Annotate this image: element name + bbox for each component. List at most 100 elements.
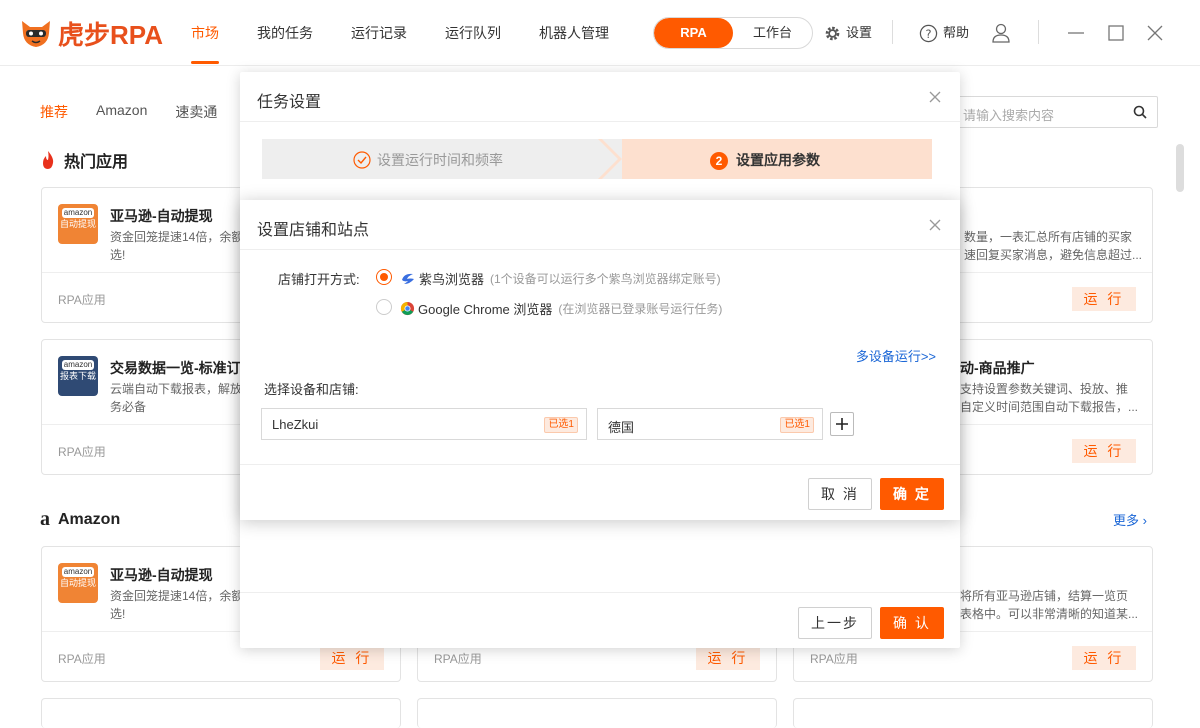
nav-market[interactable]: 市场 bbox=[176, 0, 234, 66]
card-tag: RPA应用 bbox=[58, 445, 106, 459]
amazon-logo-icon: a bbox=[40, 508, 50, 530]
site-select[interactable]: 德国 已选1 bbox=[597, 408, 823, 440]
amazon-app-icon: amazon 自动提现 bbox=[58, 204, 98, 244]
app-card bbox=[41, 698, 401, 728]
category-tabs: 推荐 Amazon 速卖通 bbox=[40, 102, 245, 122]
selected-count-badge: 已选1 bbox=[780, 417, 814, 433]
top-bar: 虎步RPA 市场 我的任务 运行记录 运行队列 机器人管理 RPA 工作台 设置… bbox=[0, 0, 1200, 66]
dialog-footer: 上一步 确 认 bbox=[240, 592, 960, 648]
plus-icon bbox=[836, 418, 848, 430]
help-button[interactable]: ? 帮助 bbox=[919, 0, 969, 66]
run-button[interactable]: 运 行 bbox=[1072, 287, 1136, 311]
step-1[interactable]: 设置运行时间和频率 bbox=[262, 139, 622, 179]
card-desc: 将所有亚马逊店铺，结算一览页 表格中。可以非常清晰的知道某... bbox=[960, 589, 1139, 621]
cancel-button[interactable]: 取 消 bbox=[808, 478, 872, 510]
card-tag: RPA应用 bbox=[58, 652, 106, 666]
search-icon[interactable] bbox=[1133, 105, 1147, 119]
close-icon[interactable] bbox=[928, 218, 942, 232]
check-circle-icon bbox=[353, 151, 371, 169]
card-desc: 支持设置参数关键词、投放、推 自定义时间范围自动下载报告，... bbox=[960, 382, 1139, 414]
prev-step-button[interactable]: 上一步 bbox=[798, 607, 872, 639]
divider bbox=[892, 20, 893, 44]
select-device-store-label: 选择设备和店铺: bbox=[264, 382, 359, 397]
dialog-footer: 取 消 确 定 bbox=[240, 464, 960, 520]
logo-text: 虎步RPA bbox=[58, 19, 163, 50]
maximize-icon[interactable] bbox=[1105, 22, 1127, 44]
tab-aliexpress[interactable]: 速卖通 bbox=[175, 102, 217, 122]
nav-run-queue[interactable]: 运行队列 bbox=[430, 0, 516, 66]
search-input[interactable]: 请输入搜索内容 bbox=[956, 96, 1158, 128]
close-icon[interactable] bbox=[928, 90, 942, 104]
tiger-logo-icon bbox=[18, 15, 54, 51]
flame-icon bbox=[43, 151, 54, 169]
step-2-label: 设置应用参数 bbox=[736, 152, 820, 168]
app-card bbox=[793, 698, 1153, 728]
open-method-label: 店铺打开方式: bbox=[278, 272, 360, 287]
page-scrollbar[interactable] bbox=[1176, 144, 1184, 192]
run-button[interactable]: 运 行 bbox=[320, 646, 384, 670]
card-title: 亚马逊-自动提现 bbox=[110, 208, 213, 224]
nav-my-tasks[interactable]: 我的任务 bbox=[242, 0, 328, 66]
tab-amazon[interactable]: Amazon bbox=[96, 102, 147, 122]
ziniao-browser-icon bbox=[402, 273, 414, 284]
chevron-right-icon: › bbox=[1142, 513, 1147, 528]
hot-apps-title: 热门应用 bbox=[40, 148, 128, 172]
app-logo[interactable]: 虎步RPA bbox=[18, 12, 163, 54]
radio-ziniao[interactable] bbox=[376, 269, 392, 285]
svg-text:?: ? bbox=[925, 26, 931, 40]
card-tag: RPA应用 bbox=[434, 652, 482, 666]
dialog-title: 任务设置 bbox=[257, 94, 322, 111]
step-1-label: 设置运行时间和频率 bbox=[377, 152, 503, 168]
mode-rpa-button[interactable]: RPA bbox=[654, 18, 733, 48]
main-nav: 市场 我的任务 运行记录 运行队列 机器人管理 bbox=[176, 0, 632, 66]
nav-run-records[interactable]: 运行记录 bbox=[336, 0, 422, 66]
step-arrow bbox=[598, 139, 622, 179]
device-select[interactable]: LheZkui 已选1 bbox=[261, 408, 587, 440]
amazon-section-title: a Amazon bbox=[40, 508, 121, 530]
chrome-icon bbox=[400, 301, 415, 316]
option-chrome[interactable]: Google Chrome 浏览器 (在浏览器已登录账号运行任务) bbox=[400, 299, 722, 318]
dialog-header: 任务设置 bbox=[240, 72, 960, 122]
tab-recommended[interactable]: 推荐 bbox=[40, 102, 68, 122]
run-button[interactable]: 运 行 bbox=[1072, 646, 1136, 670]
card-title: 动-商品推广 bbox=[960, 360, 1035, 376]
card-desc: 数量，一表汇总所有店铺的买家 速回复买家消息，避免信息超过... bbox=[964, 230, 1143, 262]
mode-workbench-button[interactable]: 工作台 bbox=[733, 18, 812, 48]
app-card bbox=[417, 698, 777, 728]
close-icon[interactable] bbox=[1144, 22, 1166, 44]
card-tag: RPA应用 bbox=[58, 293, 106, 307]
dialog-header: 设置店铺和站点 bbox=[240, 200, 960, 250]
gear-icon bbox=[825, 26, 840, 40]
step-2-number: 2 bbox=[710, 152, 728, 170]
card-tag: RPA应用 bbox=[810, 652, 858, 666]
more-link[interactable]: 更多 › bbox=[1113, 510, 1147, 529]
minimize-icon[interactable] bbox=[1065, 22, 1087, 44]
user-icon[interactable] bbox=[990, 22, 1012, 44]
card-title: 亚马逊-自动提现 bbox=[110, 567, 213, 583]
confirm-button[interactable]: 确 认 bbox=[880, 607, 944, 639]
step-indicator: 设置运行时间和频率 2 设置应用参数 bbox=[262, 139, 932, 179]
add-row-button[interactable] bbox=[830, 412, 854, 436]
run-button[interactable]: 运 行 bbox=[696, 646, 760, 670]
ok-button[interactable]: 确 定 bbox=[880, 478, 944, 510]
run-button[interactable]: 运 行 bbox=[1072, 439, 1136, 463]
help-label: 帮助 bbox=[943, 25, 970, 40]
store-site-dialog: 设置店铺和站点 店铺打开方式: 紫鸟浏览器 (1个设备可以运行多个紫鸟浏览器绑定账… bbox=[240, 200, 960, 520]
settings-label: 设置 bbox=[846, 25, 873, 40]
amazon-app-icon: amazon 自动提现 bbox=[58, 563, 98, 603]
help-icon: ? bbox=[919, 24, 938, 42]
nav-robot-management[interactable]: 机器人管理 bbox=[524, 0, 624, 66]
settings-button[interactable]: 设置 bbox=[824, 0, 872, 66]
radio-chrome[interactable] bbox=[376, 299, 392, 315]
option-ziniao[interactable]: 紫鸟浏览器 (1个设备可以运行多个紫鸟浏览器绑定账号) bbox=[400, 269, 721, 288]
search-placeholder: 请输入搜索内容 bbox=[963, 108, 1055, 123]
selected-count-badge: 已选1 bbox=[544, 417, 578, 433]
step-2[interactable]: 2 设置应用参数 bbox=[622, 139, 932, 179]
site-value: 德国 bbox=[608, 420, 635, 435]
divider bbox=[1038, 20, 1039, 44]
dialog-title: 设置店铺和站点 bbox=[257, 222, 370, 239]
report-download-icon: amazon 报表下载 bbox=[58, 356, 98, 396]
multi-device-link[interactable]: 多设备运行>> bbox=[856, 346, 936, 365]
mode-switch: RPA 工作台 bbox=[653, 17, 813, 49]
device-value: LheZkui bbox=[272, 417, 319, 432]
